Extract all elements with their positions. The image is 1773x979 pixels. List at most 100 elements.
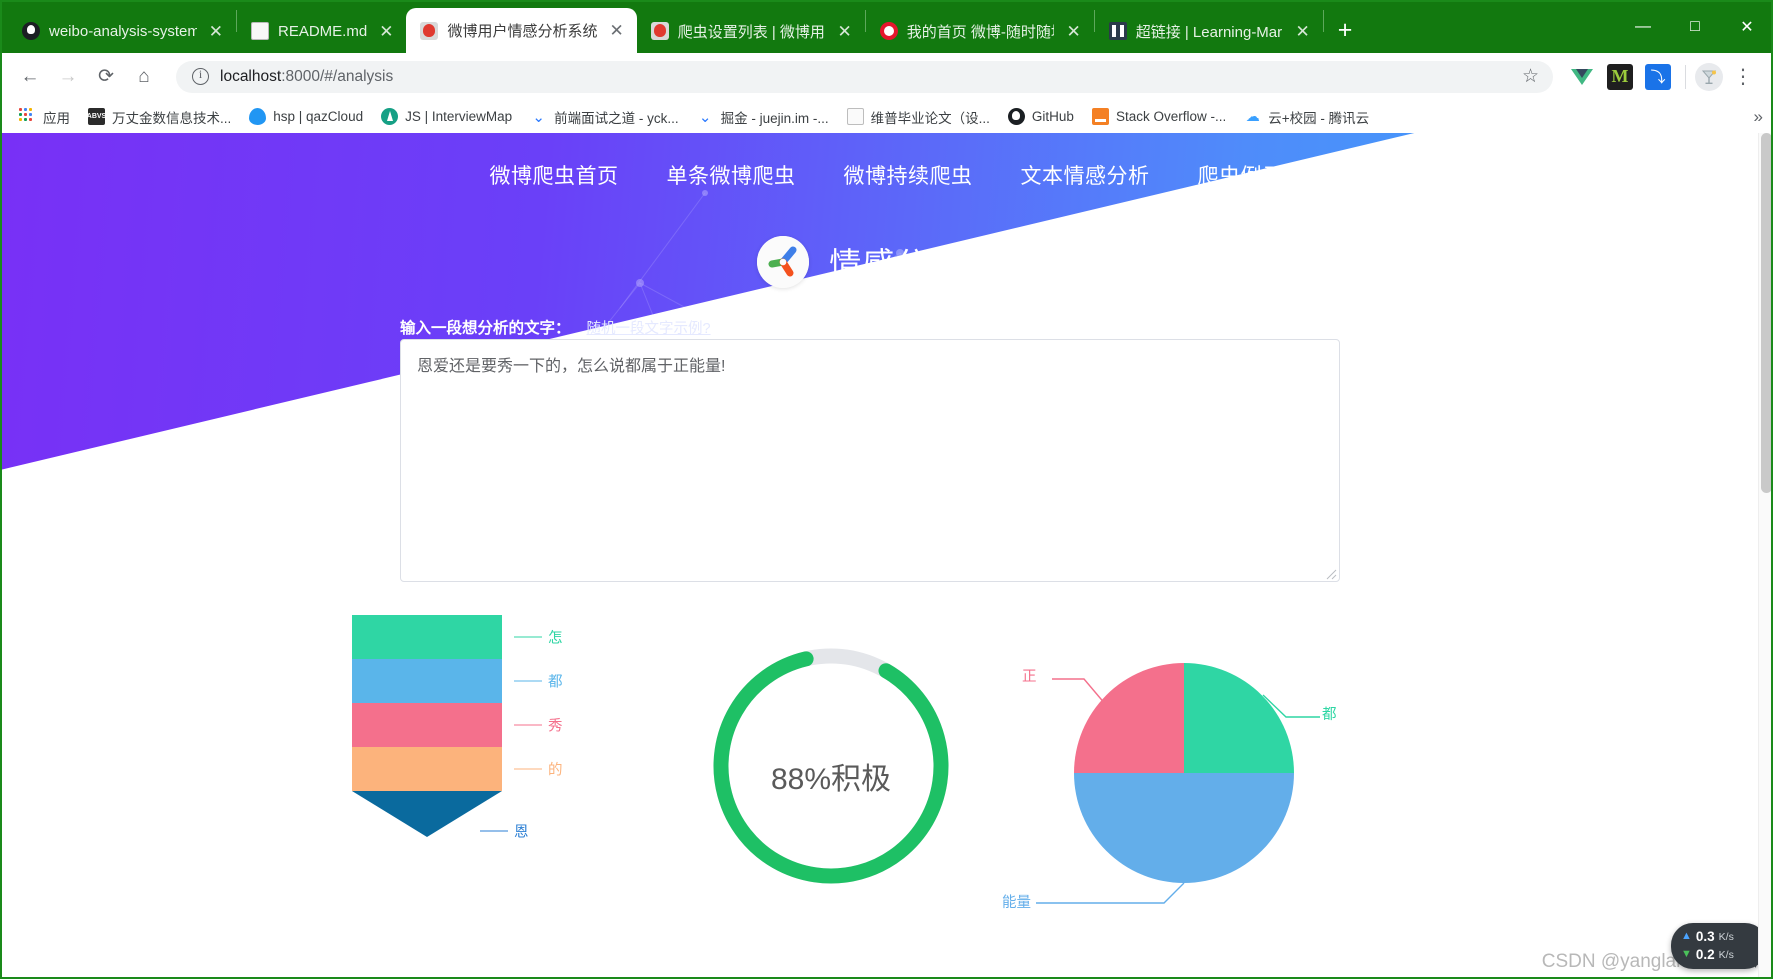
tab-title: 我的首页 微博-随时随地 xyxy=(906,23,1055,41)
chevrons-down-icon: ⌄ xyxy=(698,108,712,126)
bookmark-label: 掘金 - juejin.im -... xyxy=(720,110,829,126)
browser-tab-3[interactable]: 爬虫设置列表 | 微博用户 ✕ xyxy=(637,9,865,53)
bookmark-stackoverflow[interactable]: Stack Overflow -... xyxy=(1083,104,1235,129)
funnel-segment-4[interactable]: 恩 xyxy=(352,791,652,841)
bookmark-label: 云+校园 - 腾讯云 xyxy=(1268,110,1370,126)
funnel-segment-3[interactable]: 的 xyxy=(352,747,563,791)
nav-item-continuous-spider[interactable]: 微博持续爬虫 xyxy=(844,160,973,190)
pie-label-0: 都 xyxy=(1322,707,1337,723)
funnel-label-0: 怎 xyxy=(514,627,563,648)
url-host: localhost xyxy=(220,67,282,85)
bookmark-tencent-cloud[interactable]: ☁ 云+校园 - 腾讯云 xyxy=(1235,103,1378,131)
charts-row: 怎 都 秀 的 恩 88%积极 都 正 能量 xyxy=(0,593,1773,973)
tab-strip: weibo-analysis-system/ ✕ README.md ✕ 微博用… xyxy=(0,0,1773,53)
bookmark-juejin[interactable]: ⌄ 掘金 - juejin.im -... xyxy=(688,103,838,131)
browser-tab-1[interactable]: README.md ✕ xyxy=(237,9,406,53)
apps-grid-icon xyxy=(19,108,36,125)
page-viewport: 微博爬虫首页 单条微博爬虫 微博持续爬虫 文本情感分析 爬虫例子 情感分析API… xyxy=(0,133,1773,979)
tab-close-icon[interactable]: ✕ xyxy=(1292,21,1312,42)
random-example-link[interactable]: 随机一段文字示例? xyxy=(587,317,711,338)
bookmark-star-icon[interactable]: ☆ xyxy=(1522,65,1539,88)
pie-svg xyxy=(1036,663,1320,904)
keyword-pie-chart: 都 正 能量 xyxy=(1002,605,1354,955)
toolbar-divider xyxy=(1685,64,1686,89)
tab-close-icon[interactable]: ✕ xyxy=(376,21,396,42)
bookmark-github[interactable]: GitHub xyxy=(999,104,1083,129)
bookmark-apps[interactable]: 应用 xyxy=(10,103,79,131)
leader-line xyxy=(514,680,542,682)
bookmark-weipu[interactable]: 维普毕业论文（设... xyxy=(838,103,999,131)
pie-slice-0[interactable] xyxy=(1184,663,1294,773)
vue-devtools-extension-icon[interactable] xyxy=(1569,63,1595,90)
bookmark-label: GitHub xyxy=(1031,109,1074,124)
funnel-segment-0[interactable]: 怎 xyxy=(352,615,563,659)
document-icon xyxy=(251,22,269,40)
bookmark-label: 应用 xyxy=(43,110,70,126)
tab-close-icon[interactable]: ✕ xyxy=(606,20,626,41)
nav-item-single-weibo[interactable]: 单条微博爬虫 xyxy=(667,160,796,190)
reload-button[interactable]: ⟳ xyxy=(88,59,124,95)
browser-tab-0[interactable]: weibo-analysis-system/ ✕ xyxy=(8,9,236,53)
funnel-segment-1[interactable]: 都 xyxy=(352,659,563,703)
upload-speed-unit: K/s xyxy=(1718,930,1734,943)
forward-button[interactable]: → xyxy=(50,59,86,95)
site-info-icon[interactable] xyxy=(192,67,209,85)
tab-close-icon[interactable]: ✕ xyxy=(1063,21,1083,42)
nav-item-home[interactable]: 微博爬虫首页 xyxy=(490,160,619,190)
browser-tab-5[interactable]: 超链接 | Learning-Markd ✕ xyxy=(1095,9,1323,53)
leader-line xyxy=(514,724,542,726)
input-label: 输入一段想分析的文字： xyxy=(400,320,571,337)
interviewmap-icon xyxy=(381,108,399,125)
sentiment-gauge: 88%积极 xyxy=(666,601,996,951)
github-icon xyxy=(22,22,40,40)
network-speed-widget[interactable]: ▲ 0.3 K/s ▼ 0.2 K/s ▾ xyxy=(1671,922,1767,971)
browser-menu-button[interactable]: ⋮ xyxy=(1725,67,1761,87)
chevrons-down-icon: ⌄ xyxy=(532,108,545,126)
home-button[interactable]: ⌂ xyxy=(126,59,162,95)
pie-slice-1[interactable] xyxy=(1074,773,1294,883)
nav-item-sentiment-analysis[interactable]: 文本情感分析 xyxy=(1021,160,1150,190)
bookmark-wanzhang[interactable]: ABVS 万丈金数信息技术... xyxy=(79,103,240,131)
analysis-textarea[interactable] xyxy=(400,339,1340,582)
nav-item-spider-examples[interactable]: 爬虫例子 xyxy=(1198,160,1284,190)
close-panel-icon[interactable] xyxy=(1310,303,1343,336)
bookmark-interviewmap[interactable]: JS | InterviewMap xyxy=(372,104,521,129)
input-label-row: 输入一段想分析的文字： 随机一段文字示例? xyxy=(400,316,711,338)
new-tab-button[interactable]: + xyxy=(1324,18,1367,53)
back-button[interactable]: ← xyxy=(12,59,48,95)
download-speed-value: 0.2 xyxy=(1695,946,1715,962)
bookmarks-bar: 应用 ABVS 万丈金数信息技术... hsp | qazCloud JS | … xyxy=(0,100,1773,133)
scrollbar-thumb[interactable] xyxy=(1761,133,1772,493)
tab-title: weibo-analysis-system/ xyxy=(49,22,197,40)
leader-line xyxy=(514,636,542,638)
bookmark-qazcloud[interactable]: hsp | qazCloud xyxy=(240,104,372,129)
maximize-button[interactable]: □ xyxy=(1669,0,1721,53)
profile-avatar[interactable] xyxy=(1695,62,1723,91)
abvs-icon: ABVS xyxy=(87,108,106,125)
browser-tab-4[interactable]: 我的首页 微博-随时随地 ✕ xyxy=(866,9,1094,53)
bookmark-label: Stack Overflow -... xyxy=(1115,109,1227,124)
minimize-button[interactable]: — xyxy=(1617,0,1669,53)
pie-slice-2[interactable] xyxy=(1074,663,1184,773)
funnel-label-4: 恩 xyxy=(480,821,529,842)
funnel-label-1: 都 xyxy=(514,671,563,692)
tab-title: 超链接 | Learning-Markd xyxy=(1135,23,1284,41)
bookmark-label: hsp | qazCloud xyxy=(273,109,364,124)
download-speed-unit: K/s xyxy=(1718,948,1734,961)
browser-tab-2-active[interactable]: 微博用户情感分析系统 ✕ xyxy=(406,8,637,53)
upload-speed-value: 0.3 xyxy=(1695,928,1715,944)
download-extension-icon[interactable]: ⤵ xyxy=(1645,63,1671,90)
tab-title: 爬虫设置列表 | 微博用户 xyxy=(677,23,826,41)
stackoverflow-icon xyxy=(1091,108,1109,125)
page-icon xyxy=(846,108,864,125)
funnel-segment-2[interactable]: 秀 xyxy=(352,703,563,747)
bookmarks-overflow-button[interactable]: » xyxy=(1754,107,1763,127)
close-window-button[interactable]: ✕ xyxy=(1721,0,1773,53)
address-bar[interactable]: localhost:8000/#/analysis ☆ xyxy=(176,60,1553,93)
page-scrollbar[interactable] xyxy=(1758,133,1773,979)
bookmark-yck[interactable]: ⌄ 前端面试之道 - yck... xyxy=(521,103,688,131)
markdown-extension-icon[interactable]: M xyxy=(1607,63,1633,90)
window-controls: — □ ✕ xyxy=(1617,0,1773,53)
tab-close-icon[interactable]: ✕ xyxy=(834,21,854,42)
tab-close-icon[interactable]: ✕ xyxy=(206,21,226,42)
